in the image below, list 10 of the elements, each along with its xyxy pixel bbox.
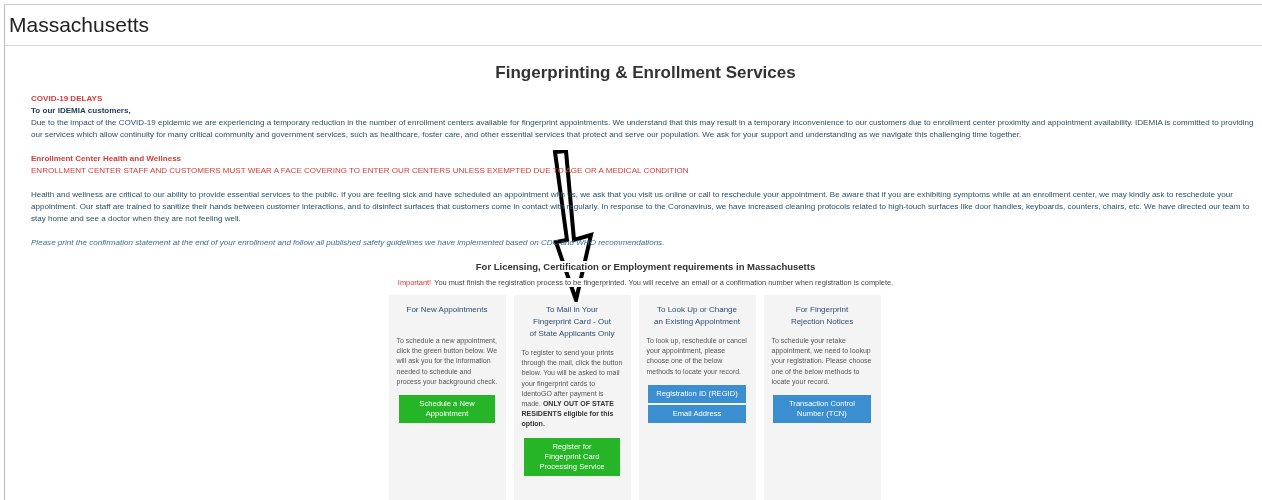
notice-heading: COVID-19 DELAYS: [31, 93, 104, 105]
notice-greeting: To our IDEMIA customers,: [31, 105, 132, 117]
card-title: To Mail in Your Fingerprint Card - Out of State Applicants Only: [529, 304, 615, 340]
state-title: Massachusetts: [9, 13, 150, 37]
notice-text: Due to the impact of the COVID-19 epidemic we are experiencing a temporary reduction in the number of enrollment centers available for fingerprint appointments. We understand that this may result in a temporary inconvenience to our customers due to enrollment center proximity and appointment availability. IDEMIA is committed to providing our services which allow continuity for many critical community and government services, such as healthcare, foster care, and other essential services that protect and serve our population. We ask for your support and understanding as we navigate this challenging time together.: [31, 117, 1255, 141]
notice-heading: Enrollment Center Health and Wellness: [31, 153, 183, 165]
card-title: For Fingerprint Rejection Notices: [789, 304, 855, 328]
card-title: For New Appointments: [405, 304, 489, 316]
page-title: Fingerprinting & Enrollment Services: [494, 63, 797, 83]
card-title: To Look Up or Change an Existing Appointment: [654, 304, 740, 328]
